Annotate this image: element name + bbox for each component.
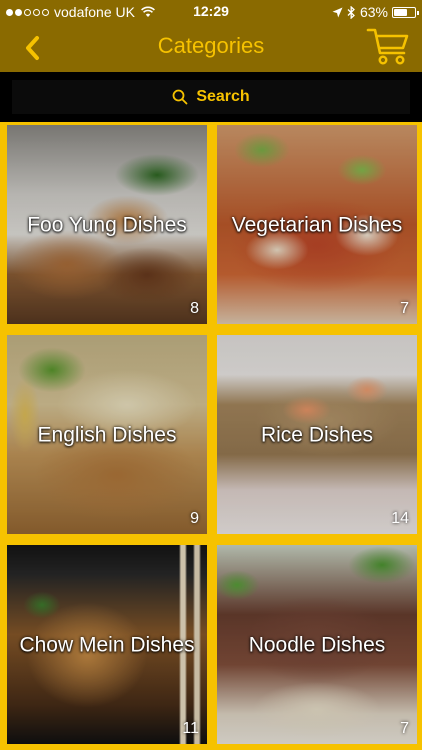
search-label: Search <box>196 88 250 105</box>
shopping-cart-icon <box>366 28 409 65</box>
category-name: English Dishes <box>37 423 177 446</box>
cart-button[interactable] <box>366 26 410 68</box>
location-arrow-icon <box>332 7 343 17</box>
category-count: 9 <box>190 510 199 527</box>
wifi-icon <box>140 6 155 17</box>
search-button[interactable]: Search <box>12 80 410 114</box>
bluetooth-icon <box>347 5 355 19</box>
status-bar: vodafone UK 12:29 63% <box>0 0 422 24</box>
category-tile-english[interactable]: English Dishes 9 <box>7 335 207 534</box>
category-name: Vegetarian Dishes <box>231 213 403 236</box>
navigation-bar: Categories <box>0 24 422 72</box>
back-button[interactable] <box>18 34 46 62</box>
page-title: Categories <box>157 33 265 58</box>
category-name: Foo Yung Dishes <box>27 213 187 236</box>
category-tile-rice[interactable]: Rice Dishes 14 <box>217 335 417 534</box>
category-tile-vegetarian[interactable]: Vegetarian Dishes 7 <box>217 125 417 324</box>
category-tile-chow-mein[interactable]: Chow Mein Dishes 11 <box>7 545 207 744</box>
category-name: Chow Mein Dishes <box>19 633 195 656</box>
category-count: 8 <box>190 300 199 317</box>
category-tile-noodle[interactable]: Noodle Dishes 7 <box>217 545 417 744</box>
category-tile-foo-yung[interactable]: Foo Yung Dishes 8 <box>7 125 207 324</box>
category-name: Rice Dishes <box>260 423 374 446</box>
category-count: 11 <box>182 720 199 737</box>
category-name: Noodle Dishes <box>248 633 386 656</box>
battery-percent: 63% <box>359 4 388 20</box>
battery-icon <box>392 6 419 18</box>
category-grid: Foo Yung Dishes 8 Vegetarian Dishes 7 En… <box>0 122 422 750</box>
search-icon <box>172 89 188 105</box>
carrier-name: vodafone UK <box>54 4 135 20</box>
category-count: 7 <box>400 720 409 737</box>
category-count: 7 <box>400 300 409 317</box>
chevron-left-icon <box>26 36 39 60</box>
signal-strength-icon <box>6 8 49 16</box>
search-bar: Search <box>0 72 422 122</box>
category-count: 14 <box>391 510 409 527</box>
